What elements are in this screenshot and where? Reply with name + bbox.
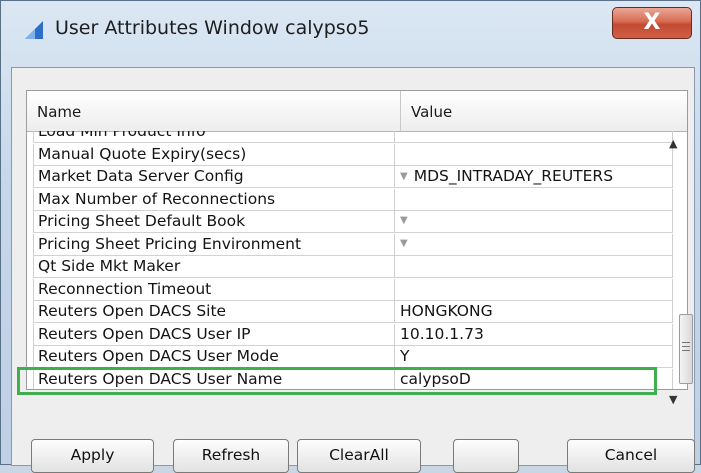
attribute-value-text: calypsoD: [400, 369, 471, 388]
table-row[interactable]: Reuters Open DACS Site HONGKONG: [33, 301, 673, 323]
table-row[interactable]: Max Number of Reconnections: [33, 188, 673, 211]
attribute-value-cell[interactable]: [395, 143, 673, 166]
attribute-name-cell[interactable]: Reuters Open DACS Site: [33, 301, 395, 323]
dropdown-arrow-icon[interactable]: ▼: [400, 238, 408, 249]
refresh-button[interactable]: Refresh: [173, 439, 289, 473]
attribute-value-cell[interactable]: ▼: [395, 233, 673, 256]
table-row[interactable]: Pricing Sheet Pricing Environment ▼: [33, 233, 673, 256]
attribute-name-cell[interactable]: Load Min Product Info: [33, 131, 395, 143]
attribute-value-cell[interactable]: ▼: [395, 211, 673, 233]
attribute-name-cell[interactable]: Pricing Sheet Pricing Environment: [33, 233, 395, 256]
attribute-value-cell[interactable]: HONGKONG: [395, 301, 673, 323]
scroll-down-icon[interactable]: ▼: [669, 393, 677, 406]
attribute-value-cell[interactable]: [395, 278, 673, 301]
title-bar[interactable]: User Attributes Window calypso5 X: [1, 1, 701, 41]
table-row[interactable]: Market Data Server Config ▼ MDS_INTRADAY_R…: [33, 166, 673, 188]
column-header-value[interactable]: Value: [401, 91, 683, 131]
attribute-name-cell[interactable]: Market Data Server Config: [33, 166, 395, 188]
window-edge: [1, 93, 5, 453]
table-row[interactable]: Manual Quote Expiry(secs): [33, 143, 673, 166]
attribute-value-cell[interactable]: [395, 188, 673, 211]
attribute-value-text: 10.10.1.73: [400, 324, 484, 343]
app-icon: [25, 21, 43, 39]
attributes-table: Name Value Load Min Product Info Manual Q…: [26, 90, 688, 390]
dropdown-arrow-icon[interactable]: ▼: [400, 215, 408, 226]
button-bar: Apply Refresh ClearAll Cancel: [1, 439, 701, 473]
dialog-window: User Attributes Window calypso5 X Name V…: [0, 0, 701, 473]
attribute-name-cell[interactable]: Reuters Open DACS User Mode: [33, 346, 395, 368]
cancel-button[interactable]: Cancel: [567, 439, 695, 473]
attribute-name-cell[interactable]: Reconnection Timeout: [33, 278, 395, 301]
apply-button[interactable]: Apply: [31, 439, 154, 473]
attribute-value-text: MDS_INTRADAY_REUTERS: [413, 167, 614, 185]
blank-button[interactable]: [453, 439, 519, 473]
table-row[interactable]: Reuters Open DACS User Name calypsoD: [33, 368, 673, 389]
dialog-content: Name Value Load Min Product Info Manual Q…: [11, 67, 695, 466]
close-button[interactable]: X: [612, 7, 692, 39]
window-title: User Attributes Window calypso5: [55, 17, 370, 39]
dropdown-arrow-icon[interactable]: ▼: [400, 171, 408, 182]
scroll-up-icon[interactable]: ▲: [669, 137, 677, 150]
attribute-name-cell[interactable]: Qt Side Mkt Maker: [33, 256, 395, 278]
attribute-value-cell[interactable]: calypsoD: [395, 368, 673, 389]
attribute-name-cell[interactable]: Manual Quote Expiry(secs): [33, 143, 395, 166]
table-row[interactable]: Load Min Product Info: [33, 131, 673, 143]
attribute-value-cell[interactable]: Y: [395, 346, 673, 368]
attribute-name-cell[interactable]: Reuters Open DACS User Name: [33, 368, 395, 389]
attribute-value-cell[interactable]: [395, 131, 673, 143]
attribute-value-text: Y: [400, 347, 410, 365]
attribute-value-cell[interactable]: ▼ MDS_INTRADAY_REUTERS: [395, 166, 673, 188]
table-row[interactable]: Qt Side Mkt Maker: [33, 256, 673, 278]
scroll-thumb[interactable]: [679, 314, 693, 384]
attribute-name-cell[interactable]: Max Number of Reconnections: [33, 188, 395, 211]
table-row[interactable]: Reuters Open DACS User Mode Y: [33, 346, 673, 368]
table-row[interactable]: Pricing Sheet Default Book ▼: [33, 211, 673, 233]
attribute-value-text: HONGKONG: [400, 302, 493, 320]
table-row[interactable]: Reconnection Timeout: [33, 278, 673, 301]
attribute-name-cell[interactable]: Reuters Open DACS User IP: [33, 323, 395, 346]
vertical-scrollbar[interactable]: ▲ ▼: [661, 89, 693, 409]
close-icon: X: [643, 10, 661, 35]
clear-all-button[interactable]: ClearAll: [297, 439, 421, 473]
attribute-value-cell[interactable]: 10.10.1.73: [395, 323, 673, 346]
table-header: Name Value: [27, 91, 687, 132]
column-header-name[interactable]: Name: [27, 91, 401, 131]
table-row[interactable]: Reuters Open DACS User IP 10.10.1.73: [33, 323, 673, 346]
attribute-value-cell[interactable]: [395, 256, 673, 278]
table-body: Load Min Product Info Manual Quote Expiry…: [33, 131, 673, 389]
attribute-name-cell[interactable]: Pricing Sheet Default Book: [33, 211, 395, 233]
